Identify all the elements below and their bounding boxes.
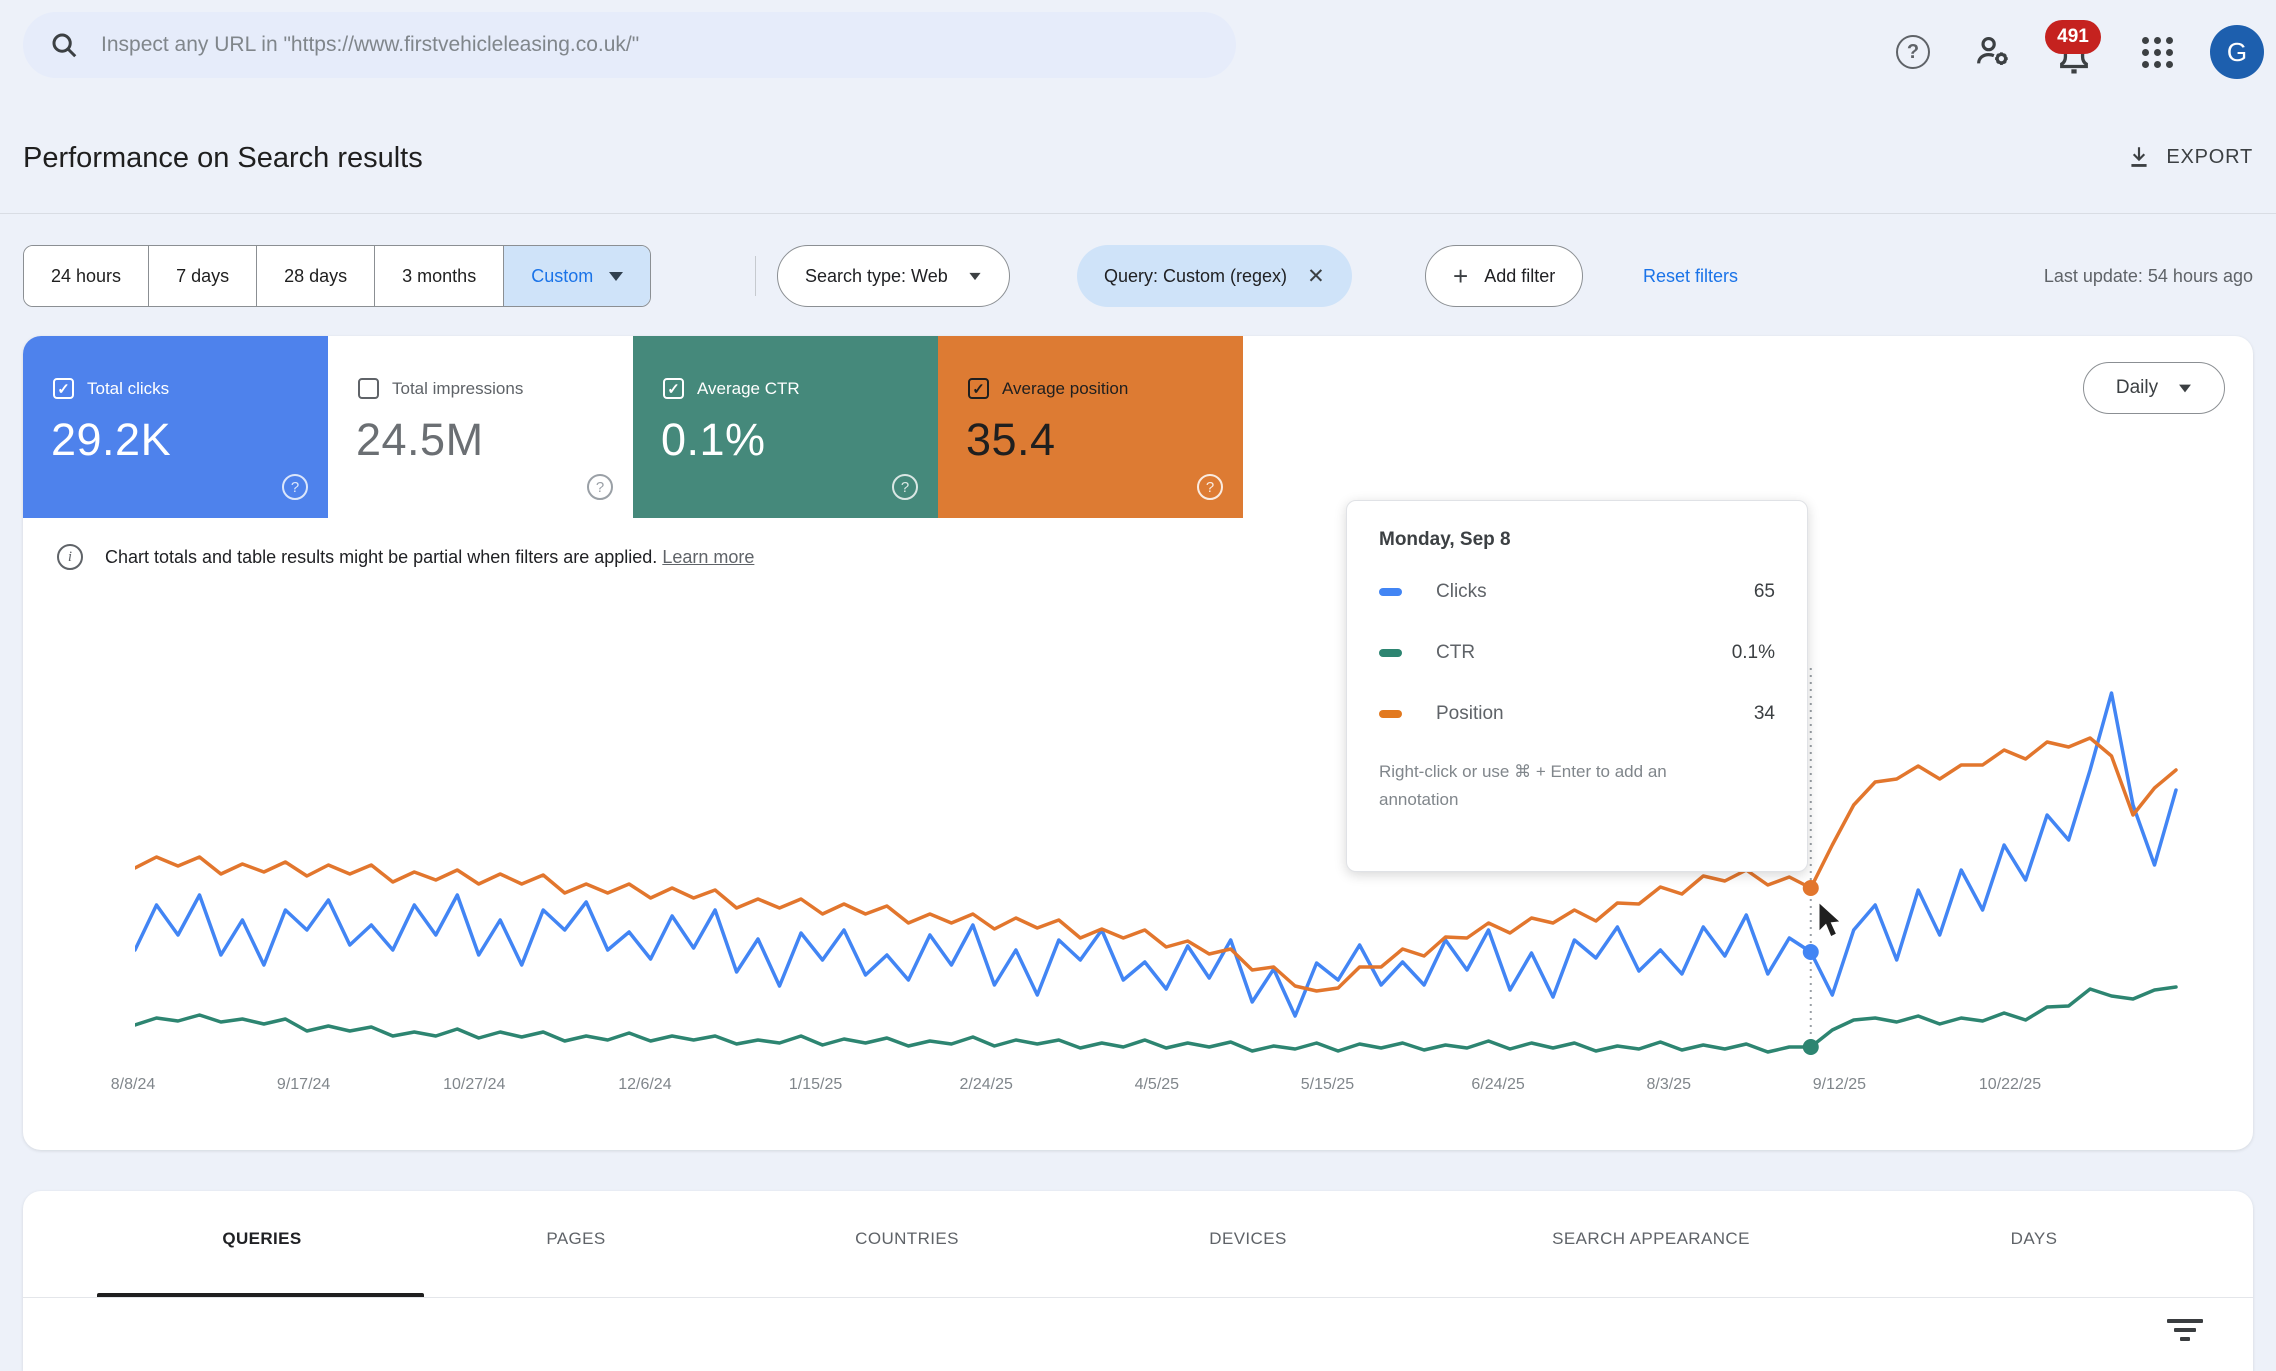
reset-filters-link[interactable]: Reset filters [1643,245,1738,307]
table-filter-icon[interactable] [2165,1319,2205,1349]
tab-days[interactable]: DAYS [2011,1229,2058,1249]
tooltip-row-position: Position 34 [1379,683,1775,744]
range-7-days[interactable]: 7 days [149,246,258,306]
checkbox-unchecked-icon[interactable] [358,378,379,399]
tooltip-row-ctr: CTR 0.1% [1379,622,1775,683]
learn-more-link[interactable]: Learn more [662,547,754,567]
help-icon[interactable]: ? [1197,474,1223,500]
tab-pages[interactable]: PAGES [546,1229,605,1249]
partial-data-notice: i Chart totals and table results might b… [57,544,754,570]
tabs-divider [23,1297,2253,1298]
help-icon[interactable]: ? [1889,28,1937,76]
query-filter-chip[interactable]: Query: Custom (regex) ✕ [1077,245,1352,307]
apps-grid-icon[interactable] [2133,28,2181,76]
x-tick-label: 12/6/24 [618,1076,672,1093]
chevron-down-icon [2179,384,2192,392]
performance-chart[interactable] [133,630,2199,1060]
tab-countries[interactable]: COUNTRIES [855,1229,959,1249]
tab-queries[interactable]: QUERIES [222,1229,301,1249]
metric-card-average-position[interactable]: ✓ Average position 35.4 ? [938,336,1243,518]
x-tick-label: 8/8/24 [110,1076,156,1093]
metric-value: 35.4 [966,414,1056,465]
tooltip-date: Monday, Sep 8 [1379,529,1511,550]
export-button[interactable]: EXPORT [2126,144,2253,170]
x-tick-label: 10/27/24 [443,1076,506,1093]
filter-divider [755,256,756,296]
chevron-down-icon [609,271,624,281]
x-tick-label: 5/15/25 [1300,1076,1355,1093]
tooltip-annotation-hint: Right-click or use ⌘ + Enter to add an a… [1379,762,1667,810]
metric-card-total-clicks[interactable]: ✓ Total clicks 29.2K ? [23,336,328,518]
x-tick-label: 10/22/25 [1978,1076,2042,1093]
chevron-down-icon [969,272,981,280]
url-inspect-searchbar[interactable] [23,12,1236,78]
position-swatch [1379,709,1402,718]
tooltip-row-clicks: Clicks 65 [1379,561,1775,622]
performance-panel: ✓ Total clicks 29.2K ? Total impressions… [23,336,2253,1150]
x-tick-label: 2/24/25 [959,1076,1013,1093]
metric-card-average-ctr[interactable]: ✓ Average CTR 0.1% ? [633,336,938,518]
highlight-dot-ctr [1802,1039,1819,1055]
user-settings-icon[interactable] [1969,28,2017,76]
export-label: EXPORT [2166,145,2253,168]
x-tick-label: 4/5/25 [1134,1076,1180,1093]
x-tick-label: 9/12/25 [1812,1076,1867,1093]
header-divider [0,213,2276,214]
help-icon[interactable]: ? [587,474,613,500]
highlight-dot-position [1802,880,1819,896]
granularity-dropdown[interactable]: Daily [2083,362,2225,414]
checkbox-checked-icon[interactable]: ✓ [663,378,684,399]
dimensions-tabs-panel: QUERIES PAGES COUNTRIES DEVICES SEARCH A… [23,1191,2253,1371]
x-axis-labels: 8/8/24 9/17/24 10/27/24 12/6/24 1/15/25 2/24/… [23,1076,2253,1106]
ctr-swatch [1379,648,1402,657]
plus-icon: + [1453,261,1469,291]
x-tick-label: 8/3/25 [1646,1076,1691,1093]
x-tick-label: 9/17/24 [276,1076,331,1093]
series-line-clicks [133,691,2178,1018]
account-avatar[interactable]: G [2210,25,2264,79]
info-icon: i [57,544,83,570]
mouse-cursor [1818,900,1843,939]
remove-filter-icon[interactable]: ✕ [1307,264,1325,289]
tab-devices[interactable]: DEVICES [1209,1229,1286,1249]
last-update-text: Last update: 54 hours ago [2043,266,2253,286]
clicks-swatch [1379,587,1402,596]
search-icon [52,33,77,58]
x-tick-label: 6/24/25 [1471,1076,1525,1093]
series-line-ctr [133,985,2178,1054]
tab-search-appearance[interactable]: SEARCH APPEARANCE [1552,1229,1750,1249]
metric-value: 29.2K [51,414,172,465]
help-icon[interactable]: ? [282,474,308,500]
date-range-segmented-control: 24 hours 7 days 28 days 3 months Custom [23,245,652,307]
range-24-hours[interactable]: 24 hours [24,246,150,306]
performance-chart-svg [133,668,2178,1058]
range-3-months[interactable]: 3 months [375,246,505,306]
notification-count-badge: 491 [2045,20,2101,54]
search-type-chip[interactable]: Search type: Web [777,245,1010,307]
metric-card-total-impressions[interactable]: Total impressions 24.5M ? [328,336,633,518]
help-icon[interactable]: ? [892,474,918,500]
download-icon [2131,147,2147,167]
url-inspect-input[interactable] [101,33,1210,57]
checkbox-checked-icon[interactable]: ✓ [53,378,74,399]
chart-tooltip: Monday, Sep 8 Clicks 65 CTR 0.1% Positio… [1346,500,1808,872]
series-line-position [133,736,2178,993]
add-filter-button[interactable]: + Add filter [1425,245,1584,307]
range-28-days[interactable]: 28 days [257,246,376,306]
page-title: Performance on Search results [23,142,423,174]
x-tick-label: 1/15/25 [788,1076,843,1093]
metric-value: 0.1% [661,414,766,465]
highlight-dot-clicks [1802,944,1819,960]
checkbox-checked-icon[interactable]: ✓ [968,378,989,399]
range-custom[interactable]: Custom [504,246,651,306]
metric-value: 24.5M [356,414,484,465]
